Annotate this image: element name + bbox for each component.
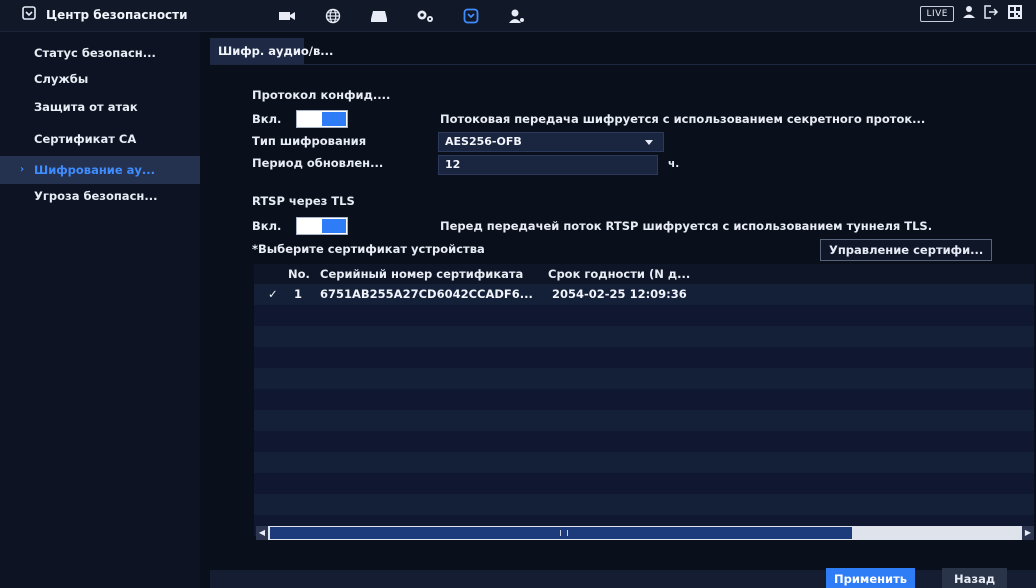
back-button[interactable]: Назад [942, 568, 1008, 588]
rtsp-enable-label: Вкл. [252, 219, 282, 233]
scrollbar-thumb[interactable] [270, 527, 852, 539]
toggle-knob [322, 219, 346, 233]
certificate-table: No. Серийный номер сертификата Срок годн… [254, 264, 1034, 556]
protocol-enable-toggle[interactable] [296, 110, 348, 128]
table-row [254, 494, 1034, 515]
sidebar-item-label: Шифрование ау... [34, 163, 156, 177]
cipher-type-label: Тип шифрования [252, 134, 367, 148]
logout-icon[interactable] [984, 5, 1000, 22]
sidebar-item-label: Сертификат CA [34, 132, 137, 146]
top-right-group: LIVE [920, 5, 1022, 22]
live-button[interactable]: LIVE [920, 5, 954, 22]
main-panel: Шифр. аудио/в... Протокол конфид.... Вкл… [210, 32, 1036, 588]
camera-icon[interactable] [264, 4, 310, 28]
table-row [254, 326, 1034, 347]
column-header-expiry: Срок годности (N д... [548, 267, 691, 281]
sidebar-item-av-encryption[interactable]: › Шифрование ау... [0, 156, 200, 184]
cert-select-label: *Выберите сертификат устройства [252, 242, 485, 256]
sidebar-item-security-threat[interactable]: Угроза безопасн... [0, 182, 200, 210]
table-row [254, 368, 1034, 389]
table-header: No. Серийный номер сертификата Срок годн… [254, 264, 1034, 284]
horizontal-scrollbar[interactable]: ◀ ▶ [256, 526, 1034, 540]
chevron-down-icon [645, 140, 653, 145]
protocol-enable-description: Потоковая передача шифруется с использов… [440, 112, 926, 126]
sidebar-item-label: Угроза безопасн... [34, 189, 158, 203]
tab-av-encryption[interactable]: Шифр. аудио/в... [210, 38, 333, 64]
table-row [254, 431, 1034, 452]
top-bar: Центр безопасности LIVE [0, 0, 1036, 32]
protocol-section-title: Протокол конфид.... [252, 88, 391, 102]
table-row [254, 473, 1034, 494]
security-icon[interactable] [448, 4, 494, 28]
update-period-unit: ч. [668, 158, 680, 170]
rtsp-section-title: RTSP через TLS [252, 194, 355, 208]
sidebar-item-ca-certificate[interactable]: Сертификат CA [0, 125, 200, 153]
rtsp-enable-toggle[interactable] [296, 217, 348, 235]
sidebar-item-label: Защита от атак [34, 100, 138, 114]
table-row [254, 410, 1034, 431]
apply-button[interactable]: Применить [826, 568, 916, 588]
storage-icon[interactable] [356, 4, 402, 28]
account-icon[interactable] [494, 4, 540, 28]
rtsp-enable-description: Перед передачей поток RTSP шифруется с и… [440, 219, 933, 233]
table-row [254, 452, 1034, 473]
chevron-right-icon: › [20, 164, 25, 175]
sidebar-item-label: Службы [34, 72, 89, 86]
sidebar-item-attack-protection[interactable]: Защита от атак [0, 93, 200, 121]
protocol-enable-label: Вкл. [252, 112, 282, 126]
shield-icon [22, 6, 36, 23]
scroll-right-icon[interactable]: ▶ [1022, 526, 1034, 540]
tab-divider [210, 64, 1036, 65]
top-nav [264, 4, 540, 28]
sidebar-item-security-status[interactable]: Статус безопасн... [0, 39, 200, 67]
table-row [254, 389, 1034, 410]
settings-icon[interactable] [402, 4, 448, 28]
cipher-type-value: AES256-OFB [445, 135, 522, 148]
scroll-left-icon[interactable]: ◀ [256, 526, 268, 540]
grip-icon [560, 530, 568, 536]
qr-icon[interactable] [1008, 5, 1022, 22]
cipher-type-select[interactable]: AES256-OFB [438, 132, 664, 152]
check-icon[interactable]: ✓ [268, 284, 278, 305]
cell-serial: 6751AB255A27CD6042CCADF6... [320, 287, 533, 301]
app-title-group: Центр безопасности [22, 6, 188, 23]
network-icon[interactable] [310, 4, 356, 28]
sidebar-item-services[interactable]: Службы [0, 65, 200, 93]
table-row [254, 305, 1034, 326]
column-header-no: No. [288, 267, 310, 281]
user-icon[interactable] [962, 5, 976, 22]
cell-no: 1 [294, 287, 303, 301]
table-row[interactable]: ✓ 1 6751AB255A27CD6042CCADF6... 2054-02-… [254, 284, 1034, 305]
cell-expiry: 2054-02-25 12:09:36 [552, 287, 687, 301]
update-period-label: Период обновлен... [252, 156, 384, 170]
table-row [254, 347, 1034, 368]
sidebar: Статус безопасн... Службы Защита от атак… [0, 32, 200, 588]
update-period-input[interactable]: 12 [438, 155, 658, 175]
app-title: Центр безопасности [46, 7, 188, 22]
sidebar-item-label: Статус безопасн... [34, 46, 156, 60]
toggle-knob [322, 112, 346, 126]
column-header-serial: Серийный номер сертификата [320, 267, 524, 281]
manage-certificates-button[interactable]: Управление сертифи... [820, 239, 993, 261]
